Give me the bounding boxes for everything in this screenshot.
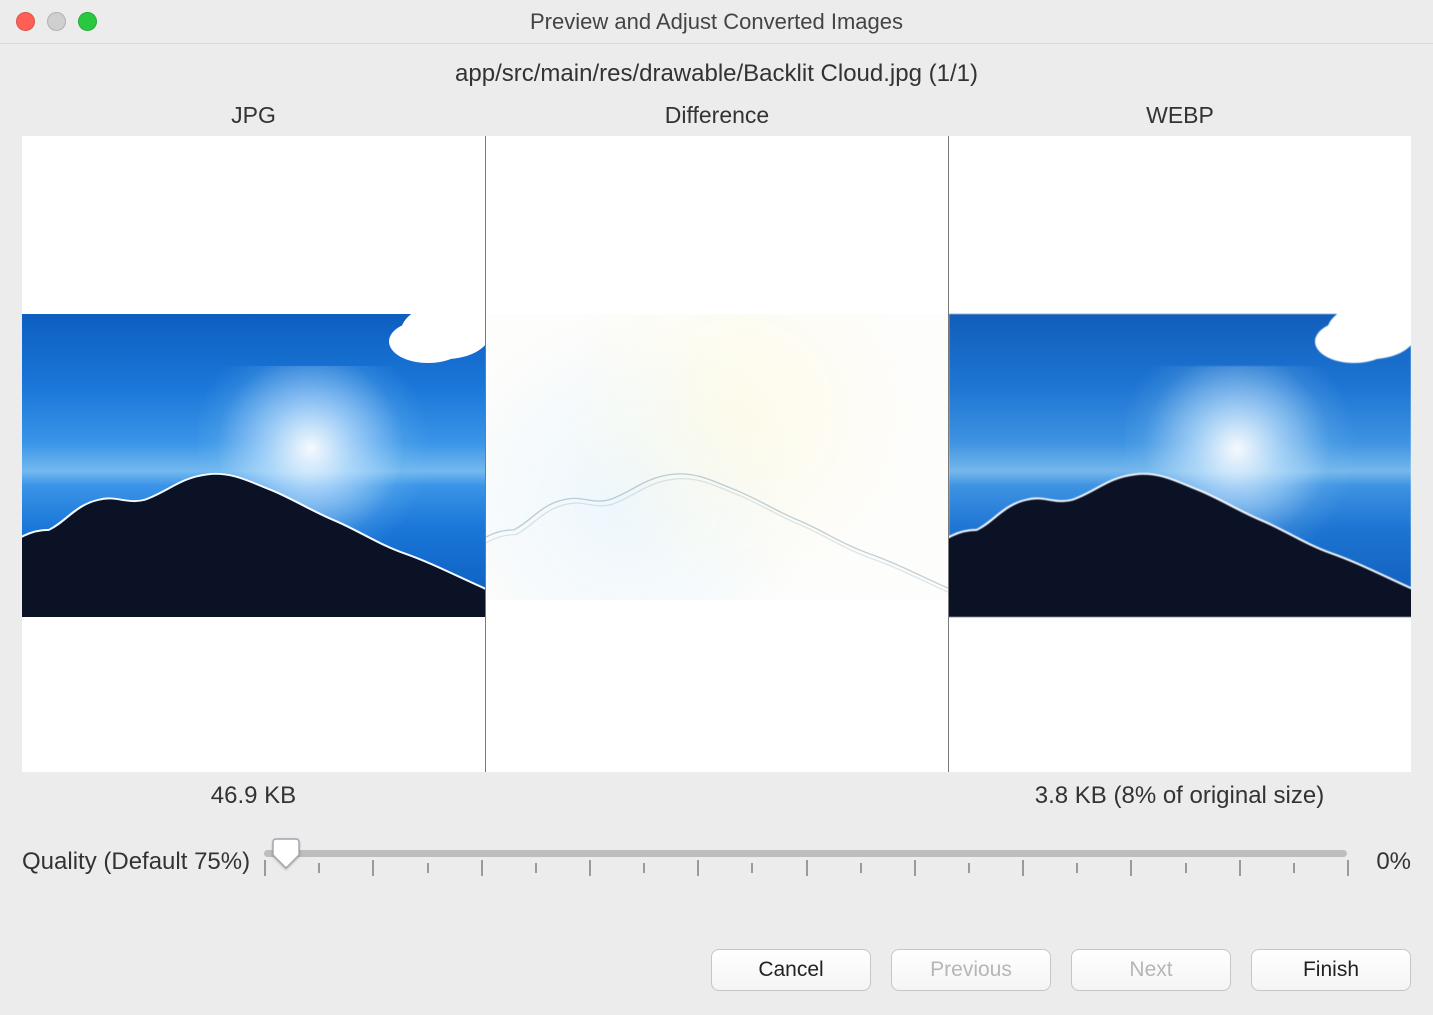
pane-webp-image: [948, 136, 1411, 772]
traffic-lights: [16, 12, 97, 31]
quality-slider-track: [264, 850, 1347, 857]
finish-button[interactable]: Finish: [1251, 949, 1411, 991]
webp-size-label: 3.8 KB (8% of original size): [948, 782, 1411, 810]
quality-slider[interactable]: [264, 838, 1347, 886]
difference-size-label: [485, 782, 948, 810]
pane-jpg: JPG: [22, 102, 485, 772]
zoom-window-button[interactable]: [78, 12, 97, 31]
difference-preview-image: [486, 314, 948, 600]
jpg-size-label: 46.9 KB: [22, 782, 485, 810]
quality-slider-ticks: [264, 860, 1347, 882]
next-button[interactable]: Next: [1071, 949, 1231, 991]
button-row: Cancel Previous Next Finish: [0, 917, 1433, 1015]
dialog-window: Preview and Adjust Converted Images app/…: [0, 0, 1433, 1015]
titlebar: Preview and Adjust Converted Images: [0, 0, 1433, 44]
pane-webp: WEBP: [948, 102, 1411, 772]
pane-difference-header: Difference: [485, 102, 948, 136]
file-path-label: app/src/main/res/drawable/Backlit Cloud.…: [22, 54, 1411, 98]
jpg-preview-image: [22, 314, 485, 600]
content-area: app/src/main/res/drawable/Backlit Cloud.…: [0, 44, 1433, 917]
minimize-window-button: [47, 12, 66, 31]
pane-jpg-image: [22, 136, 485, 772]
quality-value-label: 0%: [1361, 848, 1411, 876]
size-row: 46.9 KB 3.8 KB (8% of original size): [22, 782, 1411, 810]
quality-label: Quality (Default 75%): [22, 848, 250, 876]
quality-row: Quality (Default 75%) 0%: [22, 838, 1411, 886]
previous-button[interactable]: Previous: [891, 949, 1051, 991]
cancel-button[interactable]: Cancel: [711, 949, 871, 991]
pane-webp-header: WEBP: [948, 102, 1411, 136]
preview-panes: JPG Difference: [22, 102, 1411, 772]
webp-preview-image: [949, 314, 1411, 600]
window-title: Preview and Adjust Converted Images: [0, 9, 1433, 35]
quality-slider-thumb[interactable]: [272, 837, 300, 869]
pane-difference: Difference: [485, 102, 948, 772]
pane-jpg-header: JPG: [22, 102, 485, 136]
close-window-button[interactable]: [16, 12, 35, 31]
pane-difference-image: [485, 136, 948, 772]
